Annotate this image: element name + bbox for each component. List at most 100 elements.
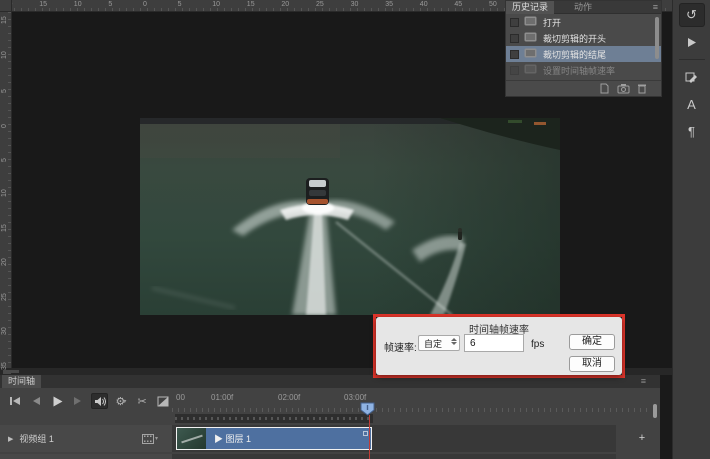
history-scrollbar[interactable]	[655, 17, 659, 59]
paragraph-panel-dock-icon[interactable]: ¶	[679, 119, 705, 143]
timeline-menu-icon[interactable]: ≡	[641, 375, 646, 388]
clip-label: ▶ 图层 1	[214, 432, 251, 445]
history-item-label: 设置时间轴帧速率	[543, 64, 615, 77]
scissors-icon: ✂	[138, 395, 147, 408]
ruler-number: 15	[1, 16, 8, 24]
panel-dock: ↺ A ¶	[672, 0, 710, 459]
history-source-checkbox[interactable]	[510, 34, 519, 43]
properties-panel-dock-icon[interactable]	[679, 65, 705, 89]
video-frame-boat-scene	[140, 118, 560, 315]
ruler-number: 15	[39, 1, 47, 8]
video-group-label: 视频组 1	[19, 432, 54, 445]
history-item[interactable]: 裁切剪辑的结尾	[506, 46, 661, 62]
ok-button[interactable]: 确定	[569, 334, 615, 350]
mute-audio-button[interactable]	[91, 393, 108, 409]
filmstrip-icon[interactable]	[142, 434, 154, 444]
video-document[interactable]	[140, 118, 560, 315]
play-icon	[686, 37, 697, 48]
history-source-checkbox[interactable]	[510, 66, 519, 75]
disclosure-triangle-icon[interactable]: ▶	[8, 435, 13, 443]
new-snapshot-icon[interactable]	[617, 83, 630, 94]
timeline-settings-button[interactable]: ⚙ ▾	[112, 393, 129, 409]
ruler-number: 30	[1, 328, 8, 336]
annotation-highlight-box: 时间轴帧速率 帧速率: 自定 fps 确定 取消	[373, 314, 625, 378]
dock-divider	[679, 59, 705, 60]
ruler-number: 10	[212, 1, 220, 8]
character-panel-dock-icon[interactable]: A	[679, 92, 705, 116]
timeline-scrollbar[interactable]	[653, 404, 657, 418]
ruler-number: 20	[281, 1, 289, 8]
history-panel-footer	[506, 80, 661, 96]
frame-rate-label: 帧速率:	[384, 339, 417, 354]
timecode-label: 02:00f	[278, 393, 300, 402]
video-clip[interactable]: ▶ 图层 1	[176, 427, 372, 450]
ruler-number: 5	[1, 89, 8, 93]
new-document-from-state-icon[interactable]	[599, 83, 610, 94]
video-track-area[interactable]: ▶ 图层 1	[172, 425, 616, 452]
fps-value-input[interactable]	[464, 334, 524, 352]
next-frame-button[interactable]	[70, 393, 87, 409]
go-to-first-frame-button[interactable]	[6, 393, 23, 409]
ruler-number: 45	[454, 1, 462, 8]
actions-panel-dock-icon[interactable]	[679, 30, 705, 54]
frame-rate-preset-select[interactable]: 自定	[418, 335, 460, 351]
panel-menu-icon[interactable]: ≡	[653, 1, 658, 14]
play-button[interactable]	[48, 393, 65, 409]
video-track-row: ▶ 图层 1 ▶ 视频组 1 ▾	[0, 425, 655, 452]
ruler-number: 0	[1, 124, 8, 128]
ruler-number: 25	[316, 1, 324, 8]
timecode-label: 03:00f	[344, 393, 366, 402]
tab-actions[interactable]: 动作	[568, 1, 598, 14]
playhead-line	[369, 415, 370, 459]
cancel-button[interactable]: 取消	[569, 356, 615, 372]
photoshop-window: 20151050510152025303540455055606570 1510…	[0, 0, 710, 459]
video-group-header[interactable]: ▶ 视频组 1 ▾	[0, 425, 172, 452]
add-media-button[interactable]: +	[636, 432, 648, 444]
clip-thumbnail	[177, 428, 206, 449]
timeline-playback-controls: ⚙ ▾ ✂	[0, 390, 172, 412]
delete-state-icon[interactable]	[637, 83, 647, 94]
history-panel: 历史记录 动作 ≡ 打开裁切剪辑的开头裁切剪辑的结尾设置时间轴帧速率	[505, 0, 662, 97]
ruler-number: 35	[1, 362, 8, 370]
ruler-number: 15	[1, 224, 8, 232]
previous-frame-button[interactable]	[27, 393, 44, 409]
ruler-number: 5	[178, 1, 182, 8]
caret-down-icon: ▾	[123, 398, 126, 405]
ruler-number: 50	[489, 1, 497, 8]
ruler-number: 30	[351, 1, 359, 8]
ruler-number: 25	[1, 293, 8, 301]
history-item-label: 打开	[543, 16, 561, 29]
ruler-number: 0	[143, 1, 147, 8]
speaker-icon	[94, 396, 106, 407]
history-source-checkbox[interactable]	[510, 50, 519, 59]
ruler-vertical: 1510505101520253035	[0, 12, 12, 368]
ruler-number: 15	[247, 1, 255, 8]
audio-track-area[interactable]	[172, 454, 616, 459]
ruler-number: 10	[74, 1, 82, 8]
ruler-number: 35	[385, 1, 393, 8]
timecode-label: 00	[176, 393, 185, 402]
timeline-ruler[interactable]: 00 01:00f 02:00f 03:00f	[172, 390, 650, 412]
playhead-handle[interactable]	[360, 402, 375, 421]
caret-down-icon[interactable]: ▾	[155, 435, 158, 442]
history-item-label: 裁切剪辑的结尾	[543, 48, 606, 61]
history-state-icon	[524, 61, 537, 79]
history-item-label: 裁切剪辑的开头	[543, 32, 606, 45]
ruler-number: 10	[1, 189, 8, 197]
history-source-checkbox[interactable]	[510, 18, 519, 27]
history-item[interactable]: 设置时间轴帧速率	[506, 62, 661, 78]
audio-track-header[interactable]: 音轨 ♪ ▾	[0, 454, 172, 459]
history-panel-dock-icon[interactable]: ↺	[679, 3, 705, 27]
ruler-number: 5	[1, 158, 8, 162]
transition-button[interactable]	[155, 393, 172, 409]
tab-timeline[interactable]: 时间轴	[2, 375, 41, 388]
ruler-number: 10	[1, 51, 8, 59]
transition-icon	[157, 396, 169, 407]
preset-selected-value: 自定	[424, 337, 442, 350]
clip-badge-icon	[363, 431, 368, 436]
status-indicator	[3, 372, 11, 374]
split-clip-button[interactable]: ✂	[134, 393, 151, 409]
history-item[interactable]: 裁切剪辑的开头	[506, 30, 661, 46]
history-item[interactable]: 打开	[506, 14, 661, 30]
timecode-label: 01:00f	[211, 393, 233, 402]
